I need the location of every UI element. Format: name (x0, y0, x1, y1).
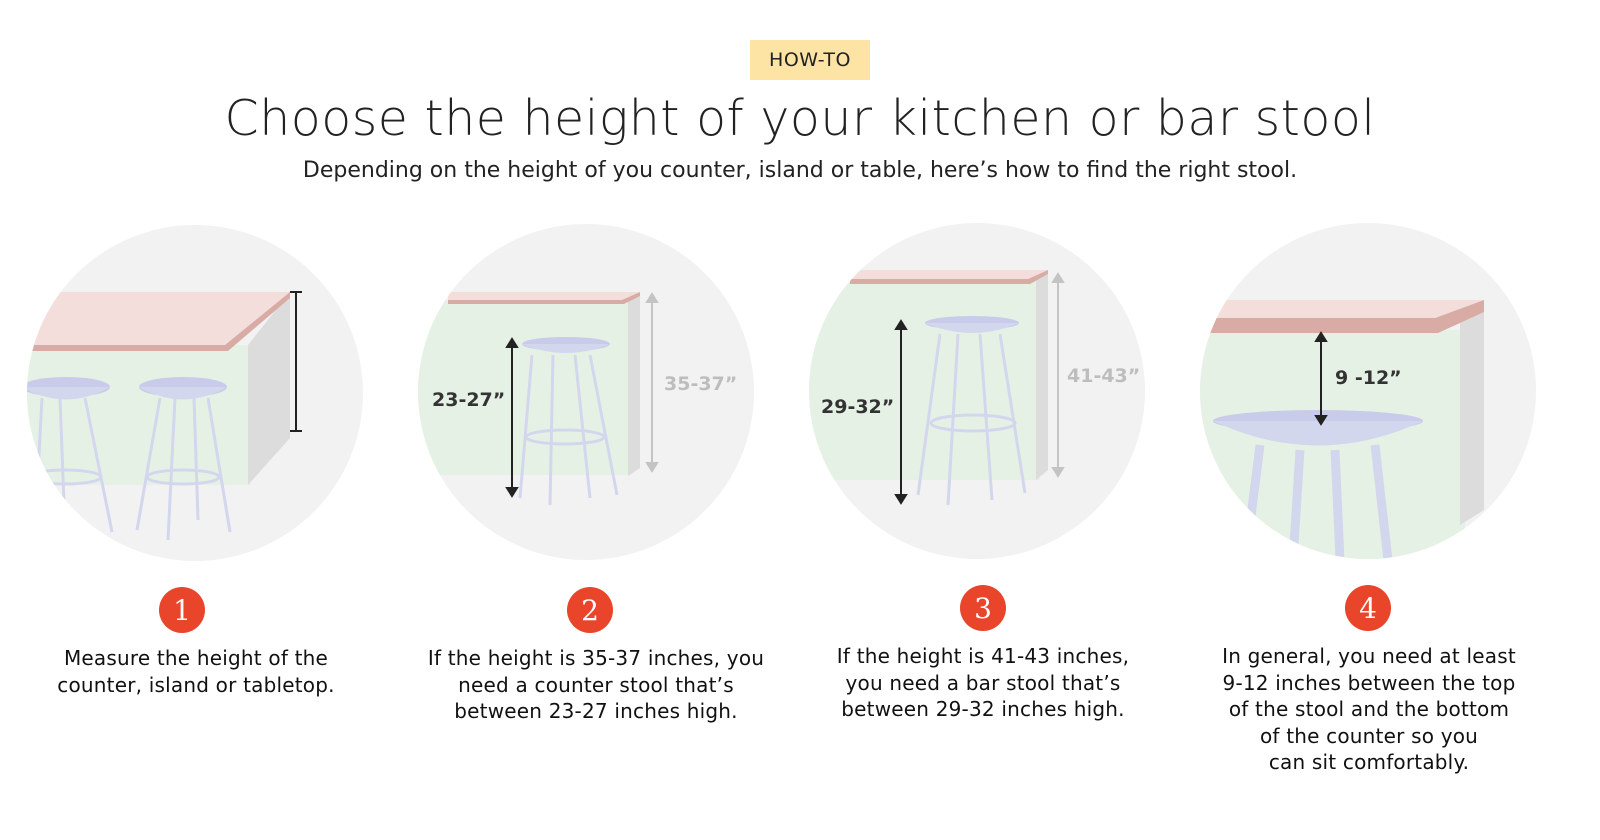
step-1: 1 Measure the height of the counter, isl… (0, 0, 400, 840)
step-1-description: Measure the height of the counter, islan… (57, 646, 335, 697)
step-3: 29-32” 41-43” 3 If the height is 41-43 i… (780, 0, 1180, 840)
stool-height-label: 23-27” (432, 389, 506, 411)
step-4: 9 -12” 4 In general, you need at least 9… (1170, 0, 1570, 840)
step-4-illustration (1200, 223, 1536, 559)
gap-height-label: 9 -12” (1335, 367, 1402, 389)
stool-height-label: 29-32” (821, 396, 895, 418)
counter-height-label: 35-37” (664, 373, 738, 395)
counter-height-label: 41-43” (1067, 365, 1141, 387)
step-3-illustration (809, 223, 1145, 559)
step-1-number: 1 (159, 587, 205, 633)
step-4-number: 4 (1345, 585, 1391, 631)
step-2: 23-27” 35-37” 2 If the height is 35-37 i… (390, 0, 790, 840)
step-4-description: In general, you need at least 9-12 inche… (1222, 644, 1516, 774)
step-2-description: If the height is 35-37 inches, you need … (427, 646, 765, 723)
step-1-illustration (27, 225, 363, 561)
step-2-illustration (418, 224, 754, 560)
step-3-number: 3 (960, 585, 1006, 631)
step-2-number: 2 (567, 587, 613, 633)
step-3-description: If the height is 41-43 inches, you need … (836, 644, 1130, 721)
